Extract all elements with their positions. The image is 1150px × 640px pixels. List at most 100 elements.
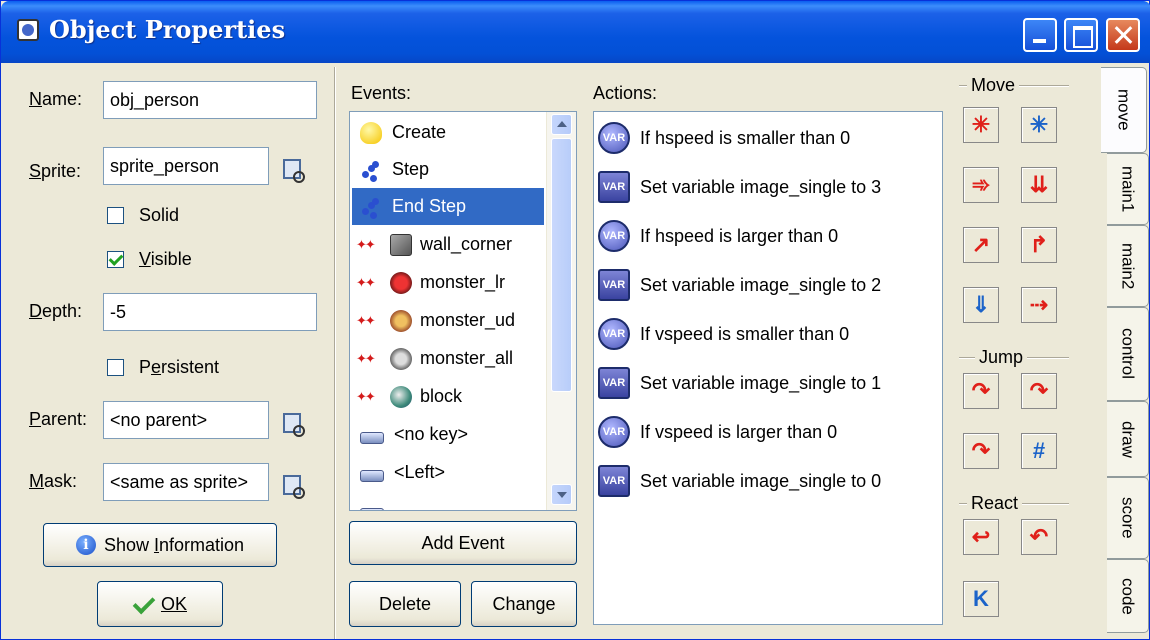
jump-to-random-button[interactable]: ↷ (963, 433, 999, 469)
actions-list[interactable]: VAR If hspeed is smaller than 0 VAR Set … (593, 111, 943, 625)
tab-code[interactable]: code (1107, 559, 1149, 633)
action-item[interactable]: VAR If vspeed is smaller than 0 (598, 312, 928, 356)
object-properties-window: Object Properties Name: obj_person Sprit… (0, 0, 1150, 640)
persistent-checkbox[interactable] (107, 359, 124, 376)
jump-to-position-button[interactable]: ↷ (963, 373, 999, 409)
jump-to-start-button[interactable]: ↷ (1021, 373, 1057, 409)
vertical-speed-button[interactable]: ⇓ (963, 287, 999, 323)
event-item-wall-corner[interactable]: wall_corner (352, 226, 544, 263)
monster-sprite-icon (390, 347, 412, 370)
depth-field[interactable]: -5 (103, 293, 317, 331)
mask-field[interactable]: <same as sprite> (103, 463, 269, 501)
ok-label: OK (160, 593, 187, 614)
ok-button[interactable]: OK (97, 581, 223, 627)
checkmark-icon (133, 597, 153, 611)
event-item-monster-all[interactable]: monster_all (352, 340, 544, 377)
action-item[interactable]: VAR Set variable image_single to 0 (598, 459, 928, 503)
action-item[interactable]: VAR If vspeed is larger than 0 (598, 410, 928, 454)
tab-control[interactable]: control (1107, 307, 1149, 401)
scroll-thumb[interactable] (551, 138, 572, 392)
close-button[interactable] (1106, 18, 1140, 52)
tab-score[interactable]: score (1107, 477, 1149, 559)
event-item-partial (352, 492, 544, 510)
action-item[interactable]: VAR Set variable image_single to 2 (598, 263, 928, 307)
bounce-button[interactable]: ↶ (1021, 519, 1057, 555)
action-label: Set variable image_single to 3 (640, 176, 882, 197)
events-scrollbar[interactable] (546, 112, 576, 510)
react-header: React (967, 493, 1023, 514)
sprite-browse-icon[interactable] (281, 157, 305, 183)
collision-icon (356, 272, 386, 294)
change-button[interactable]: Change (471, 581, 577, 627)
event-item-end-step[interactable]: End Step (352, 188, 544, 225)
maximize-button[interactable] (1064, 18, 1098, 52)
scroll-up-button[interactable] (551, 114, 572, 135)
action-label: If hspeed is smaller than 0 (640, 127, 851, 148)
set-gravity-button[interactable]: ↗ (963, 227, 999, 263)
align-to-grid-button[interactable]: # (1021, 433, 1057, 469)
action-label: If hspeed is larger than 0 (640, 225, 839, 246)
event-label: wall_corner (420, 234, 513, 254)
set-friction-button[interactable]: ⇢ (1021, 287, 1057, 323)
keyboard-icon (360, 507, 384, 510)
parent-field[interactable]: <no parent> (103, 401, 269, 439)
move-towards-button[interactable]: ➾ (963, 167, 999, 203)
add-event-button[interactable]: Add Event (349, 521, 577, 565)
lightbulb-icon (360, 121, 382, 144)
object-icon (17, 19, 39, 41)
action-label: If vspeed is smaller than 0 (640, 323, 850, 344)
visible-label: Visible (139, 249, 192, 269)
event-item-create[interactable]: Create (352, 114, 544, 151)
minimize-button[interactable] (1023, 18, 1057, 52)
action-item[interactable]: VAR Set variable image_single to 3 (598, 165, 928, 209)
panel-divider (334, 67, 336, 639)
event-item-left[interactable]: <Left> (352, 454, 544, 491)
event-label: monster_ud (420, 310, 516, 330)
var-set-icon: VAR (598, 367, 630, 399)
collision-icon (356, 348, 386, 370)
keyboard-icon (360, 469, 384, 482)
event-label: monster_all (420, 348, 514, 368)
wrap-screen-button[interactable]: ↩ (963, 519, 999, 555)
actions-header: Actions: (593, 83, 658, 103)
action-item[interactable]: VAR Set variable image_single to 1 (598, 361, 928, 405)
events-list[interactable]: Create Step End Step wall_corner monster… (349, 111, 577, 511)
event-item-monster-lr[interactable]: monster_lr (352, 264, 544, 301)
delete-button[interactable]: Delete (349, 581, 461, 627)
scroll-down-button[interactable] (551, 484, 572, 505)
tab-label: score (1118, 497, 1138, 539)
mask-browse-icon[interactable] (281, 473, 305, 499)
collision-icon (356, 386, 386, 408)
action-item[interactable]: VAR If hspeed is smaller than 0 (598, 116, 928, 160)
monster-sprite-icon (390, 309, 412, 332)
speed-vertical-button[interactable]: ⇊ (1021, 167, 1057, 203)
move-fixed-button[interactable]: ✳ (963, 107, 999, 143)
path-start-button[interactable]: K (963, 581, 999, 617)
footsteps-icon (360, 196, 382, 218)
tab-main1[interactable]: main1 (1107, 153, 1149, 225)
event-item-no-key[interactable]: <no key> (352, 416, 544, 453)
event-item-step[interactable]: Step (352, 151, 544, 188)
wall-sprite-icon (390, 233, 412, 256)
tab-main2[interactable]: main2 (1107, 225, 1149, 307)
mask-label: Mask: (29, 471, 78, 491)
show-information-button[interactable]: i Show Information (43, 523, 277, 567)
action-label: Set variable image_single to 1 (640, 372, 882, 393)
event-label: <Left> (394, 462, 446, 482)
tab-move[interactable]: move (1101, 67, 1147, 153)
move-free-button[interactable]: ✳ (1021, 107, 1057, 143)
sprite-field[interactable]: sprite_person (103, 147, 269, 185)
solid-checkbox[interactable] (107, 207, 124, 224)
parent-browse-icon[interactable] (281, 411, 305, 437)
tab-draw[interactable]: draw (1107, 401, 1149, 477)
action-item[interactable]: VAR If hspeed is larger than 0 (598, 214, 928, 258)
window-title: Object Properties (49, 15, 286, 44)
reverse-horizontal-button[interactable]: ↱ (1021, 227, 1057, 263)
event-item-block[interactable]: block (352, 378, 544, 415)
event-item-monster-ud[interactable]: monster_ud (352, 302, 544, 339)
title-bar[interactable]: Object Properties (1, 1, 1150, 63)
var-condition-icon: VAR (598, 220, 630, 252)
name-field[interactable]: obj_person (103, 81, 317, 119)
visible-checkbox[interactable] (107, 251, 124, 268)
var-set-icon: VAR (598, 269, 630, 301)
